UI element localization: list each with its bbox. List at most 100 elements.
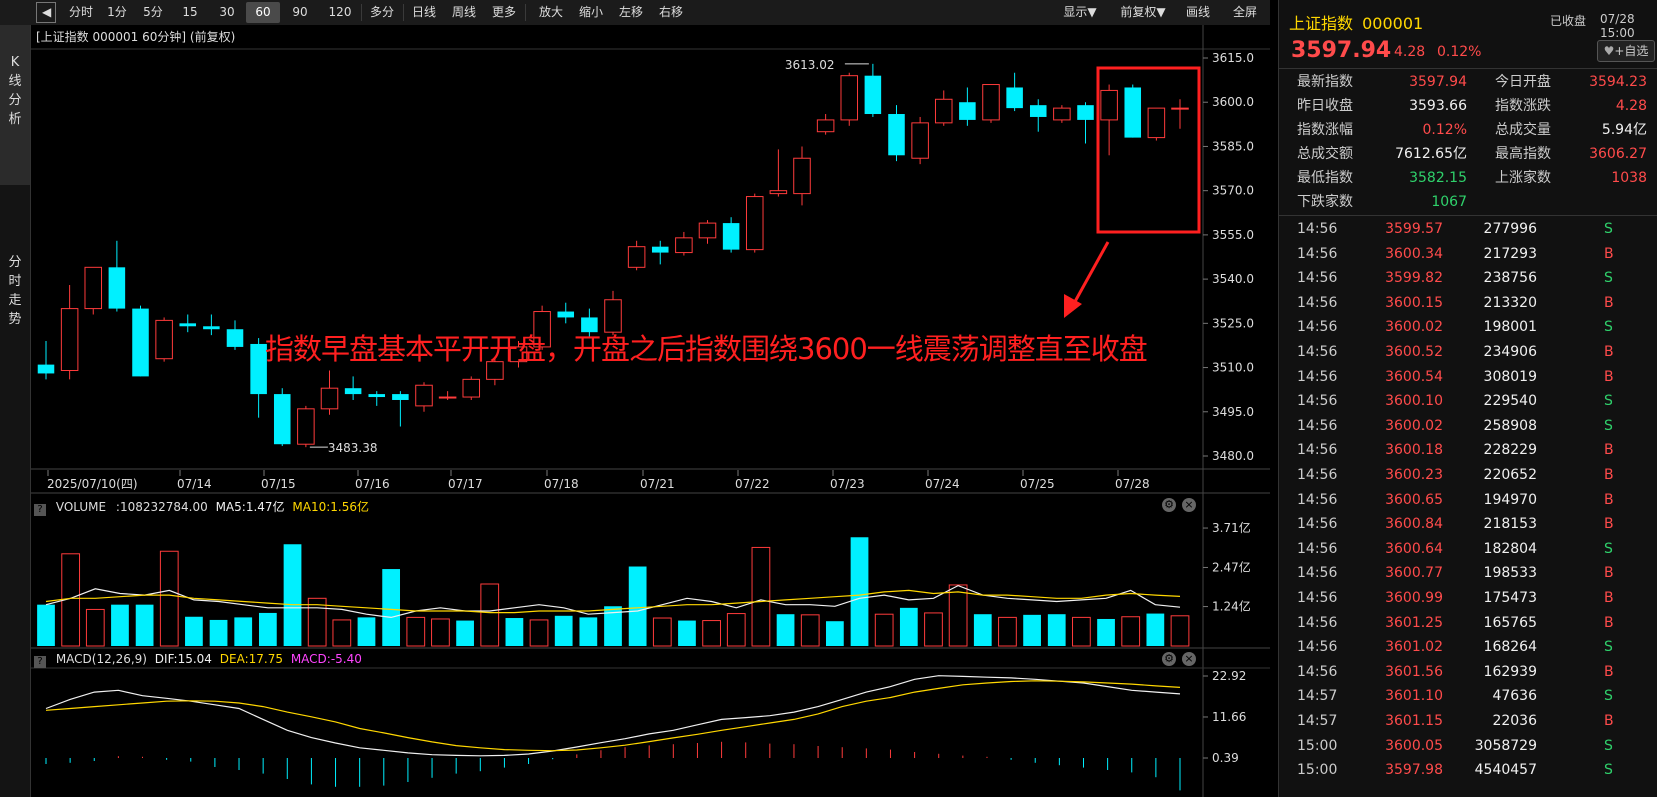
quote-field-value: 0.12% bbox=[1422, 122, 1467, 138]
candle-body-down bbox=[179, 323, 197, 327]
quote-fields: 最新指数 3597.94 今日开盘 3594.23 昨日收盘 3593.66 指数涨跌 4.2… bbox=[1279, 70, 1657, 215]
date-label: 07/21 bbox=[640, 477, 675, 491]
y-tick-label: 3480.0 bbox=[1212, 449, 1254, 463]
macd-close-icon[interactable]: × bbox=[1182, 652, 1196, 666]
divider bbox=[1279, 68, 1657, 69]
candle-body-down bbox=[722, 223, 740, 250]
quote-datetime: 07/28 15:00 bbox=[1600, 12, 1635, 40]
tick-volume: 229540 bbox=[1483, 393, 1537, 410]
tick-direction: B bbox=[1604, 294, 1614, 311]
candle-body-up bbox=[297, 408, 315, 445]
tick-volume: 218153 bbox=[1483, 516, 1537, 533]
add-watchlist-button[interactable]: ♥+自选 bbox=[1597, 40, 1655, 62]
tick-time: 14:56 bbox=[1297, 294, 1338, 311]
help-icon[interactable]: ? bbox=[34, 656, 46, 668]
tick-row: 14:56 3600.52 234906 B bbox=[1279, 340, 1657, 364]
tick-row: 14:56 3600.99 175473 B bbox=[1279, 586, 1657, 610]
tick-time: 14:56 bbox=[1297, 467, 1338, 483]
candle-body-up bbox=[155, 319, 173, 360]
tick-volume: 182804 bbox=[1483, 540, 1537, 557]
tick-price: 3601.15 bbox=[1385, 713, 1443, 729]
tick-time: 14:57 bbox=[1297, 713, 1338, 729]
tick-price: 3597.98 bbox=[1385, 762, 1443, 779]
volume-bar-down bbox=[456, 620, 474, 646]
candle-body-up bbox=[1171, 107, 1189, 110]
tick-volume: 4540457 bbox=[1474, 762, 1537, 779]
tick-list[interactable]: 14:56 3599.57 277996 S 14:56 3600.34 217293 B 14… bbox=[1279, 217, 1657, 797]
candle-body-down bbox=[1077, 105, 1094, 120]
volume-bar-down bbox=[1097, 618, 1115, 646]
volume-tick-label: 3.71亿 bbox=[1212, 520, 1251, 535]
macd-settings-icon[interactable]: ⚙ bbox=[1162, 652, 1176, 666]
tick-volume: 165765 bbox=[1483, 614, 1537, 631]
tick-direction: B bbox=[1604, 368, 1614, 385]
volume-settings-icon[interactable]: ⚙ bbox=[1162, 498, 1176, 512]
macd-label: MACD(12,26,9) bbox=[55, 652, 147, 666]
candle-body-up bbox=[462, 378, 481, 398]
tick-volume: 238756 bbox=[1483, 270, 1537, 287]
tick-direction: S bbox=[1604, 639, 1613, 656]
help-icon[interactable]: ? bbox=[34, 504, 46, 516]
tick-volume: 175473 bbox=[1483, 590, 1537, 606]
date-label: 07/22 bbox=[735, 477, 770, 491]
volume-bar-down bbox=[1047, 614, 1066, 646]
low-marker-label: 3483.38 bbox=[328, 441, 378, 455]
tick-time: 14:56 bbox=[1297, 245, 1338, 262]
tick-volume: 258908 bbox=[1483, 417, 1537, 434]
candle-body-down bbox=[368, 394, 386, 398]
tick-direction: S bbox=[1604, 417, 1613, 434]
tick-price: 3600.52 bbox=[1385, 344, 1443, 360]
tick-direction: B bbox=[1604, 565, 1614, 582]
candle-body-down bbox=[557, 311, 575, 318]
tick-row: 14:56 3601.25 165765 B bbox=[1279, 611, 1657, 635]
volume-bar-down bbox=[135, 604, 154, 646]
macd-tick-label: 11.66 bbox=[1212, 710, 1246, 724]
tick-row: 14:56 3600.65 194970 B bbox=[1279, 488, 1657, 512]
tick-direction: B bbox=[1604, 467, 1614, 483]
tick-time: 14:56 bbox=[1297, 393, 1338, 410]
volume-bar-down bbox=[850, 537, 869, 646]
candle-body-up bbox=[816, 119, 835, 133]
candle-body-down bbox=[108, 267, 126, 309]
date-label: 07/18 bbox=[544, 477, 579, 491]
candle-body-down bbox=[1124, 87, 1142, 138]
tick-time: 14:56 bbox=[1297, 516, 1338, 533]
tick-row: 14:56 3600.34 217293 B bbox=[1279, 242, 1657, 266]
tick-row: 14:56 3601.56 162939 B bbox=[1279, 660, 1657, 684]
candle-body-up bbox=[675, 237, 693, 254]
quote-field-row: 最低指数 3582.15 上涨家数 1038 bbox=[1279, 166, 1657, 190]
tick-volume: 277996 bbox=[1483, 221, 1537, 237]
candle-body-up bbox=[60, 308, 79, 372]
volume-bar-down bbox=[554, 615, 573, 646]
quote-field-value: 3582.15 bbox=[1409, 170, 1467, 186]
volume-ma5: MA5:1.47亿 bbox=[215, 500, 285, 514]
tick-row: 14:56 3600.64 182804 S bbox=[1279, 537, 1657, 561]
candle-body-down bbox=[959, 102, 976, 120]
volume-bar-down bbox=[776, 614, 795, 646]
quote-change-pct: 0.12% bbox=[1437, 44, 1482, 60]
date-label: 07/25 bbox=[1020, 477, 1055, 491]
candle-body-down bbox=[392, 394, 409, 400]
tick-direction: B bbox=[1604, 516, 1614, 533]
y-tick-label: 3495.0 bbox=[1212, 405, 1254, 419]
tick-time: 14:56 bbox=[1297, 368, 1338, 385]
tick-price: 3601.25 bbox=[1385, 614, 1443, 631]
tick-direction: B bbox=[1604, 590, 1614, 606]
quote-field-row: 下跌家数 1067 bbox=[1279, 190, 1657, 214]
volume-bar-down bbox=[37, 604, 55, 646]
tick-time: 14:57 bbox=[1297, 688, 1338, 705]
candle-body-down bbox=[226, 329, 244, 347]
annotation-text: 指数早盘基本平开开盘，开盘之后指数围绕3600一线震荡调整直至收盘 bbox=[265, 332, 1148, 366]
macd-tick-label: 0.39 bbox=[1212, 751, 1239, 765]
tick-direction: B bbox=[1604, 614, 1614, 631]
volume-bar-down bbox=[1146, 613, 1165, 646]
volume-close-icon[interactable]: × bbox=[1182, 498, 1196, 512]
tick-price: 3601.56 bbox=[1385, 663, 1443, 680]
y-tick-label: 3510.0 bbox=[1212, 361, 1254, 375]
tick-direction: S bbox=[1604, 688, 1613, 705]
candle-body-up bbox=[1053, 107, 1071, 121]
volume-bar-down bbox=[973, 614, 992, 646]
tick-volume: 22036 bbox=[1492, 713, 1537, 729]
chart-canvas[interactable]: 3615.0 3600.0 3585.0 3570.0 3555.0 3540.0 3525… bbox=[0, 0, 1270, 797]
candle-body-up bbox=[982, 84, 1000, 121]
